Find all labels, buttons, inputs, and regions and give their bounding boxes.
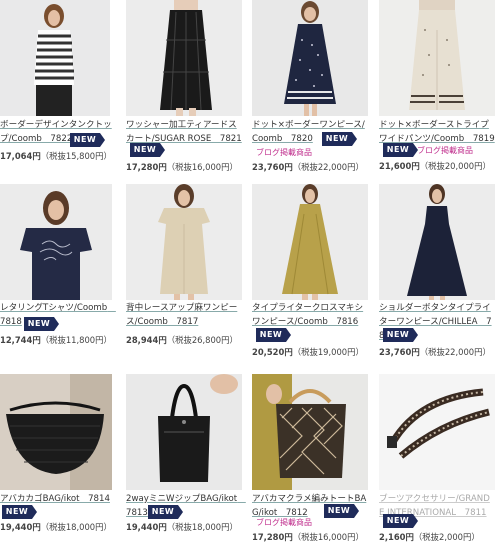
- product-name[interactable]: 背中レースアップ麻ワンピース/Coomb 7817: [126, 301, 242, 329]
- blog-featured-label: ブログ掲載商品: [417, 146, 473, 155]
- product-image[interactable]: [0, 0, 110, 116]
- product-price: 17,064円（税抜15,800円）: [0, 151, 112, 161]
- product-price: 17,280円（税抜16,000円）: [126, 162, 238, 172]
- product-price: 21,600円（税抜20,000円）: [379, 161, 491, 171]
- product-price: 20,520円（税抜19,000円）: [252, 347, 364, 357]
- product-name[interactable]: アバカカゴBAG/ikot 7814: [0, 492, 116, 506]
- new-badge: NEW: [383, 514, 418, 528]
- product-image[interactable]: [379, 184, 495, 300]
- product-price: 28,944円（税抜26,800円）: [126, 335, 238, 345]
- blog-featured-label: ブログ掲載商品: [256, 518, 312, 527]
- new-badge: NEW: [383, 143, 418, 157]
- product-price: 2,160円（税抜2,000円）: [379, 532, 480, 542]
- product-price: 23,760円（税抜22,000円）: [379, 347, 491, 357]
- new-badge: NEW: [24, 317, 59, 331]
- product-price: 19,440円（税抜18,000円）: [0, 522, 112, 532]
- product-image[interactable]: [126, 374, 242, 490]
- product-price: 23,760円（税抜22,000円）: [252, 162, 364, 172]
- new-badge: NEW: [130, 143, 165, 157]
- new-badge: NEW: [322, 132, 357, 146]
- product-name[interactable]: 2wayミニWジップBAG/ikot 7813: [126, 492, 246, 520]
- product-image[interactable]: [379, 0, 495, 116]
- new-badge: NEW: [148, 505, 183, 519]
- product-image[interactable]: [252, 374, 368, 490]
- product-grid: ボーダーデザインタンクトップ/Coomb 7822 NEW 17,064円（税抜…: [0, 0, 500, 546]
- product-image[interactable]: [0, 184, 112, 300]
- new-badge: NEW: [256, 328, 291, 342]
- new-badge: NEW: [383, 328, 418, 342]
- product-price: 19,440円（税抜18,000円）: [126, 522, 238, 532]
- blog-featured-label: ブログ掲載商品: [256, 148, 312, 157]
- product-image[interactable]: [379, 374, 495, 490]
- product-name[interactable]: ワッシャー加工ティアードスカート/SUGAR ROSE 7821: [126, 118, 242, 146]
- product-name[interactable]: ドット×ボーダーストライプワイドパンツ/Coomb 7819: [379, 118, 495, 146]
- product-price: 12,744円（税抜11,800円）: [0, 335, 112, 345]
- product-name[interactable]: タイプライタークロスマキシワンピース/Coomb 7816: [252, 301, 368, 329]
- product-image[interactable]: [126, 0, 242, 116]
- new-badge: NEW: [70, 133, 105, 147]
- product-image[interactable]: [126, 184, 242, 300]
- new-badge: NEW: [324, 504, 359, 518]
- product-price: 17,280円（税抜16,000円）: [252, 532, 364, 542]
- product-image[interactable]: [0, 374, 112, 490]
- new-badge: NEW: [2, 505, 37, 519]
- product-image[interactable]: [252, 184, 368, 300]
- product-image[interactable]: [252, 0, 368, 116]
